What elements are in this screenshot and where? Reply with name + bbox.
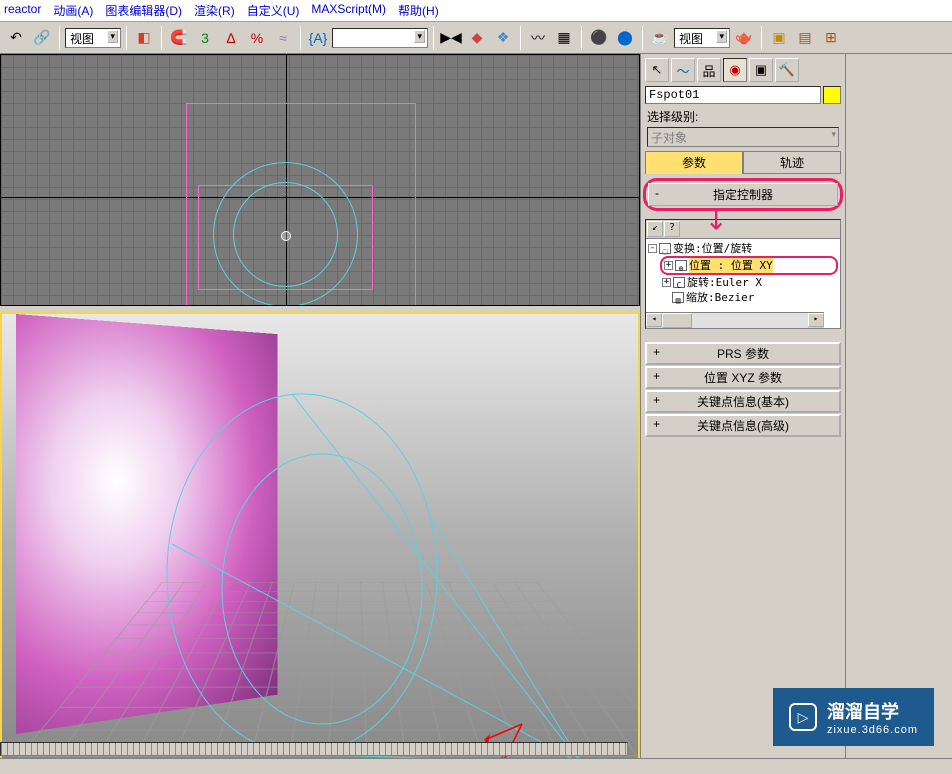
position-xyz-rollout[interactable]: + 位置 XYZ 参数: [645, 366, 841, 389]
snap-toggle-icon[interactable]: 🧲: [167, 26, 191, 50]
view-dropdown[interactable]: 视图: [65, 28, 121, 48]
create-tab-icon[interactable]: ↖: [645, 58, 669, 82]
tree-row-rotation[interactable]: + C 旋转 : Euler X: [648, 275, 838, 290]
menu-rendering[interactable]: 渲染(R): [194, 2, 235, 19]
controller-props-icon[interactable]: ?: [664, 221, 680, 237]
mirror-icon[interactable]: ▶◀: [439, 26, 463, 50]
tree-h-scrollbar[interactable]: ◂ ▸: [646, 312, 824, 328]
align-icon[interactable]: ◆: [465, 26, 489, 50]
expand-icon: +: [653, 345, 660, 359]
sub-object-dropdown[interactable]: 子对象: [647, 127, 839, 147]
expand-icon[interactable]: -: [648, 244, 657, 253]
assign-controller-rollout[interactable]: - 指定控制器: [648, 183, 838, 206]
watermark-title: 溜溜自学: [827, 698, 918, 724]
menu-animation[interactable]: 动画(A): [53, 2, 93, 19]
utilities-tab-icon[interactable]: 🔨: [775, 58, 799, 82]
schematic-view-icon[interactable]: ▦: [552, 26, 576, 50]
menu-reactor[interactable]: reactor: [4, 2, 41, 19]
viewports-area: [0, 54, 640, 762]
menu-maxscript[interactable]: MAXScript(M): [311, 2, 386, 19]
menu-graph-editors[interactable]: 图表编辑器(D): [105, 2, 182, 19]
target-marker: [281, 231, 291, 241]
material-editor-icon[interactable]: ⚫: [587, 26, 611, 50]
render-setup-icon[interactable]: ☕: [648, 26, 672, 50]
window-crossing-icon[interactable]: ◧: [132, 26, 156, 50]
tree-row-position[interactable]: + ⊕ 位置 : 位置 XY: [660, 256, 838, 275]
command-panel-tabs: ↖ 〜 品 ◉ ▣ 🔨: [643, 56, 843, 84]
render-icon[interactable]: 🫖: [732, 26, 756, 50]
scroll-left-icon[interactable]: ◂: [646, 313, 662, 327]
expand-icon: +: [653, 369, 660, 383]
tree-row-transform[interactable]: - ⬚ 变换 : 位置/旋转: [648, 241, 838, 256]
spotlight-cone-wireframe: [152, 364, 592, 762]
reactor-box-icon[interactable]: ▣: [767, 26, 791, 50]
status-bar: [0, 758, 952, 774]
object-color-swatch[interactable]: [823, 86, 841, 104]
parameter-rollouts: + PRS 参数 + 位置 XYZ 参数 + 关键点信息(基本) + 关键点信息…: [643, 341, 843, 438]
top-viewport[interactable]: [0, 54, 640, 306]
controller-tree: ↙ ? - ⬚ 变换 : 位置/旋转 + ⊕ 位置 : 位置 XY: [645, 219, 841, 329]
percent-snap-icon[interactable]: ∆: [219, 26, 243, 50]
prs-params-rollout[interactable]: + PRS 参数: [645, 342, 841, 365]
transform-icon: ⬚: [659, 243, 671, 254]
menu-bar: reactor 动画(A) 图表编辑器(D) 渲染(R) 自定义(U) MAXS…: [0, 0, 952, 22]
watermark-url: zixue.3d66.com: [827, 724, 918, 736]
key-info-advanced-rollout[interactable]: + 关键点信息(高级): [645, 414, 841, 437]
named-selection-icon[interactable]: {A}: [306, 26, 330, 50]
reactor-tool-icon[interactable]: ⊞: [819, 26, 843, 50]
play-icon: ▷: [789, 703, 817, 731]
render-view-dropdown[interactable]: 视图: [674, 28, 730, 48]
motion-tab-icon[interactable]: ◉: [723, 58, 747, 82]
timeline-ruler[interactable]: [0, 742, 628, 756]
expand-icon: +: [653, 417, 660, 431]
track-tab[interactable]: 轨迹: [743, 151, 841, 174]
callout-assign-controller: - 指定控制器: [643, 178, 843, 211]
params-tab[interactable]: 参数: [645, 151, 743, 174]
material-editor-2-icon[interactable]: ⬤: [613, 26, 637, 50]
link-icon[interactable]: 🔗: [30, 26, 54, 50]
menu-customize[interactable]: 自定义(U): [247, 2, 300, 19]
modify-tab-icon[interactable]: 〜: [671, 58, 695, 82]
scroll-thumb[interactable]: [662, 313, 692, 328]
angle-snap-icon[interactable]: 3: [193, 26, 217, 50]
selection-level-label: 选择级别:: [643, 106, 843, 127]
named-selection-dropdown[interactable]: [332, 28, 428, 48]
expand-icon[interactable]: +: [664, 261, 673, 270]
right-strip: [845, 54, 952, 762]
position-icon: ⊕: [675, 260, 687, 271]
rotation-icon: C: [673, 277, 685, 288]
assign-controller-icon[interactable]: ↙: [647, 221, 663, 237]
spinner-snap-icon[interactable]: %: [245, 26, 269, 50]
expand-icon: +: [653, 393, 660, 407]
key-info-basic-rollout[interactable]: + 关键点信息(基本): [645, 390, 841, 413]
expand-icon[interactable]: +: [662, 278, 671, 287]
curve-editor-icon[interactable]: 〰: [526, 26, 550, 50]
collapse-icon: -: [655, 186, 659, 200]
mode-tabs: 参数 轨迹: [645, 151, 841, 174]
object-name-field[interactable]: Fspot01: [645, 86, 821, 104]
reactor-plane-icon[interactable]: ▤: [793, 26, 817, 50]
snap-options-icon[interactable]: ≈: [271, 26, 295, 50]
scale-icon: ▥: [672, 292, 684, 303]
scroll-right-icon[interactable]: ▸: [808, 313, 824, 327]
tree-row-scale[interactable]: ▥ 缩放 : Bezier: [648, 290, 838, 305]
watermark: ▷ 溜溜自学 zixue.3d66.com: [773, 688, 934, 746]
perspective-viewport[interactable]: [0, 312, 640, 762]
command-panel: ↖ 〜 品 ◉ ▣ 🔨 Fspot01 选择级别: 子对象 参数 轨迹 - 指定…: [640, 54, 845, 762]
display-tab-icon[interactable]: ▣: [749, 58, 773, 82]
menu-help[interactable]: 帮助(H): [398, 2, 439, 19]
hierarchy-tab-icon[interactable]: 品: [697, 58, 721, 82]
undo-icon[interactable]: ↶: [4, 26, 28, 50]
layers-icon[interactable]: ❖: [491, 26, 515, 50]
main-toolbar: ↶ 🔗 视图 ◧ 🧲 3 ∆ % ≈ {A} ▶◀ ◆ ❖ 〰 ▦ ⚫ ⬤ ☕ …: [0, 22, 952, 54]
